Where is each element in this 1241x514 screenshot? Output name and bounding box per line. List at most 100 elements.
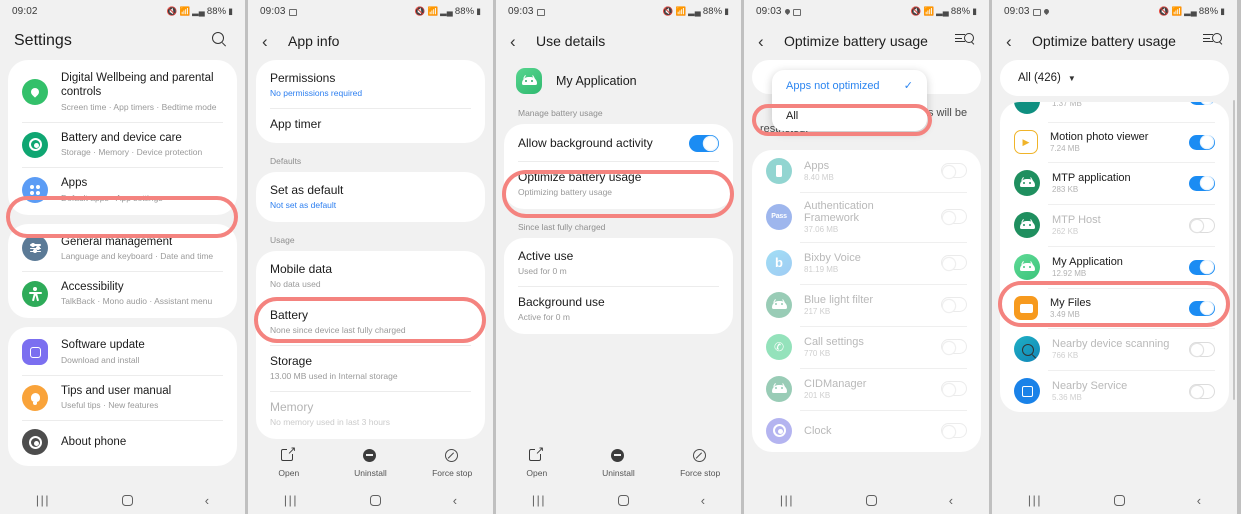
sidebar-item-accessibility[interactable]: Accessibility TalkBack · Mono audio · As… xyxy=(8,271,237,316)
item-subtitle: Useful tips · New features xyxy=(61,400,159,411)
sidebar-item-general-management[interactable]: General management Language and keyboard… xyxy=(8,226,237,271)
back-icon[interactable]: ‹ xyxy=(205,494,209,507)
back-arrow-icon[interactable]: ‹ xyxy=(262,33,276,50)
list-item[interactable]: CIDManager 201 KB xyxy=(752,367,981,410)
list-item[interactable]: Pass Authentication Framework 37.06 MB xyxy=(752,191,981,242)
section-manage-battery: Manage battery usage xyxy=(518,108,603,118)
nav-bar: ||| ‹ xyxy=(248,486,493,514)
uninstall-icon xyxy=(610,448,626,464)
toggle-optimize[interactable] xyxy=(1189,300,1215,316)
filter-search-icon[interactable] xyxy=(955,31,975,51)
toggle-optimize[interactable] xyxy=(941,339,967,355)
row-storage[interactable]: Storage 13.00 MB used in Internal storag… xyxy=(256,345,485,391)
wifi-icon: 📶 xyxy=(675,5,687,16)
list-item[interactable]: b Bixby Voice 81.19 MB xyxy=(752,241,981,284)
row-mobile-data[interactable]: Mobile data No data used xyxy=(256,253,485,299)
optimize-all-scroll[interactable]: All (426) ▼ 1.37 MB ▶ Motion photo viewe… xyxy=(992,60,1237,514)
sidebar-item-tips[interactable]: Tips and user manual Useful tips · New f… xyxy=(8,374,237,420)
toggle-optimize[interactable] xyxy=(1189,102,1215,105)
toggle-optimize[interactable] xyxy=(941,163,967,179)
recents-icon[interactable]: ||| xyxy=(532,494,546,506)
back-arrow-icon[interactable]: ‹ xyxy=(510,33,524,50)
list-item[interactable]: Nearby Service 5.36 MB xyxy=(1000,370,1229,412)
home-icon[interactable] xyxy=(865,494,877,506)
row-set-as-default[interactable]: Set as default Not set as default xyxy=(256,174,485,220)
toggle-optimize[interactable] xyxy=(1189,341,1215,357)
dropdown-option-apps-not-optimized[interactable]: Apps not optimized ✓ xyxy=(772,70,927,101)
list-item[interactable]: My Files 3.49 MB xyxy=(1000,288,1229,328)
toggle-allow-background-activity[interactable] xyxy=(689,135,719,152)
toggle-optimize[interactable] xyxy=(1189,383,1215,399)
row-background-use[interactable]: Background use Active for 0 m xyxy=(504,286,733,332)
sidebar-item-software-update[interactable]: Software update Download and install xyxy=(8,329,237,374)
sidebar-item-digital-wellbeing[interactable]: Digital Wellbeing and parental controls … xyxy=(8,62,237,122)
settings-scroll[interactable]: Digital Wellbeing and parental controls … xyxy=(0,60,245,514)
recents-icon[interactable]: ||| xyxy=(284,494,298,506)
list-item[interactable]: Nearby device scanning 766 KB xyxy=(1000,328,1229,370)
row-app-timer[interactable]: App timer xyxy=(256,108,485,141)
toggle-optimize[interactable] xyxy=(941,381,967,397)
sidebar-item-apps[interactable]: Apps Default apps · App settings xyxy=(8,167,237,212)
battery-care-icon xyxy=(22,131,48,158)
filter-search-icon[interactable] xyxy=(1203,31,1223,51)
toggle-optimize[interactable] xyxy=(1189,134,1215,150)
row-allow-background-activity[interactable]: Allow background activity xyxy=(504,126,733,161)
list-item[interactable]: MTP application 283 KB xyxy=(1000,162,1229,204)
list-item[interactable]: Clock xyxy=(752,409,981,452)
action-open[interactable]: Open xyxy=(254,444,324,478)
toggle-optimize[interactable] xyxy=(941,255,967,271)
open-external-icon xyxy=(529,444,544,464)
recents-icon[interactable]: ||| xyxy=(1028,494,1042,506)
action-force-stop[interactable]: Force stop xyxy=(417,448,487,478)
home-icon[interactable] xyxy=(617,494,629,506)
toggle-optimize[interactable] xyxy=(941,297,967,313)
toggle-optimize[interactable] xyxy=(1189,259,1215,275)
toggle-optimize[interactable] xyxy=(1189,175,1215,191)
action-uninstall[interactable]: Uninstall xyxy=(583,448,653,478)
row-battery[interactable]: Battery None since device last fully cha… xyxy=(256,299,485,345)
list-item[interactable]: 1.37 MB xyxy=(1000,102,1229,122)
toggle-optimize[interactable] xyxy=(1189,217,1215,233)
tips-icon xyxy=(22,384,48,411)
list-item[interactable]: Apps 8.40 MB xyxy=(752,150,981,192)
list-item[interactable]: MTP Host 262 KB xyxy=(1000,204,1229,246)
back-icon[interactable]: ‹ xyxy=(1197,494,1201,507)
scrollbar[interactable] xyxy=(1232,100,1235,400)
filter-dropdown[interactable]: Apps not optimized ✓ All xyxy=(772,70,927,131)
sidebar-item-about-phone[interactable]: About phone xyxy=(8,420,237,464)
action-force-stop[interactable]: Force stop xyxy=(665,448,735,478)
action-uninstall[interactable]: Uninstall xyxy=(335,448,405,478)
list-item[interactable]: ✆ Call settings 770 KB xyxy=(752,325,981,368)
home-icon[interactable] xyxy=(121,494,133,506)
recents-icon[interactable]: ||| xyxy=(36,494,50,506)
row-permissions[interactable]: Permissions No permissions required xyxy=(256,62,485,108)
row-optimize-battery-usage[interactable]: Optimize battery usage Optimizing batter… xyxy=(504,161,733,207)
app-size: 201 KB xyxy=(804,390,831,400)
back-arrow-icon[interactable]: ‹ xyxy=(758,33,772,50)
row-memory[interactable]: Memory No memory used in last 3 hours xyxy=(256,391,485,437)
app-size: 8.40 MB xyxy=(804,172,834,182)
search-icon[interactable] xyxy=(211,31,231,51)
page-title: Settings xyxy=(14,32,72,49)
list-item[interactable]: Blue light filter 217 KB xyxy=(752,283,981,326)
row-active-use[interactable]: Active use Used for 0 m xyxy=(504,240,733,286)
back-icon[interactable]: ‹ xyxy=(949,494,953,507)
back-icon[interactable]: ‹ xyxy=(453,494,457,507)
back-arrow-icon[interactable]: ‹ xyxy=(1006,33,1020,50)
filter-dropdown-button[interactable]: All (426) ▼ xyxy=(1000,60,1229,96)
sidebar-item-battery-device-care[interactable]: Battery and device care Storage · Memory… xyxy=(8,121,237,167)
filter-label: All (426) xyxy=(1018,72,1061,84)
item-title: Permissions xyxy=(270,71,336,85)
toggle-optimize[interactable] xyxy=(941,209,967,225)
app-size: 770 KB xyxy=(804,348,831,358)
home-icon[interactable] xyxy=(369,494,381,506)
list-item[interactable]: My Application 12.92 MB xyxy=(1000,246,1229,288)
list-item[interactable]: ▶ Motion photo viewer 7.24 MB xyxy=(1000,122,1229,162)
nav-bar: ||| ‹ xyxy=(744,486,989,514)
action-open[interactable]: Open xyxy=(502,444,572,478)
home-icon[interactable] xyxy=(1113,494,1125,506)
recents-icon[interactable]: ||| xyxy=(780,494,794,506)
toggle-optimize[interactable] xyxy=(941,423,967,439)
dropdown-option-all[interactable]: All xyxy=(772,101,927,131)
back-icon[interactable]: ‹ xyxy=(701,494,705,507)
